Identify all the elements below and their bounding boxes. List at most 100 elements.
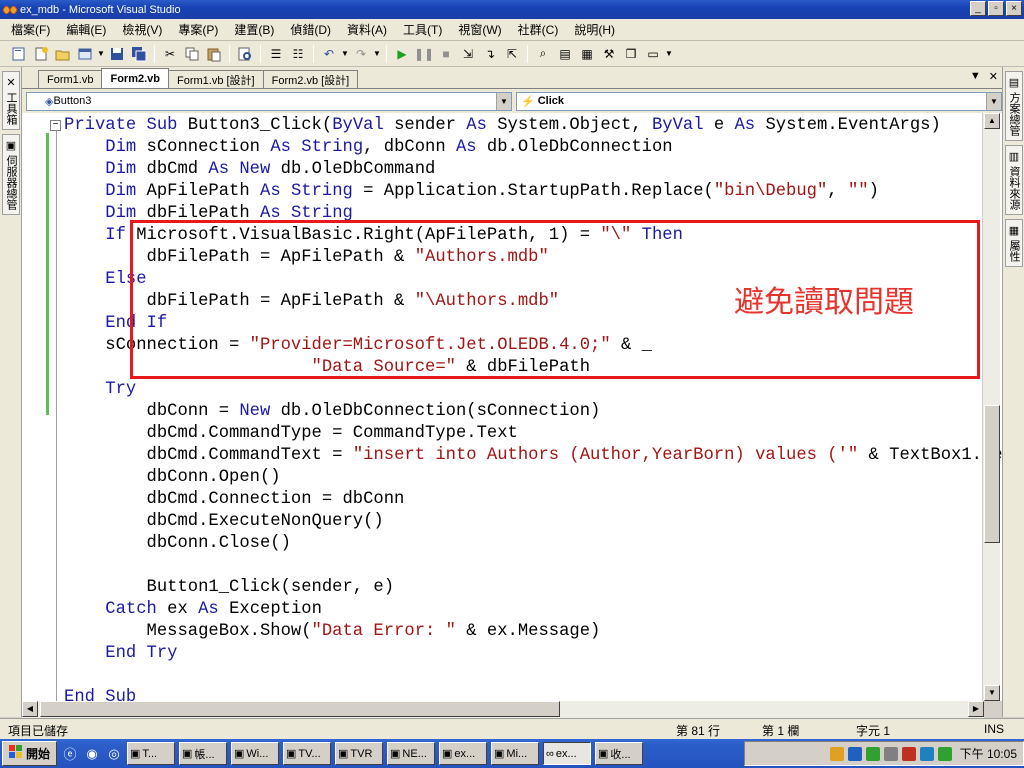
tray-icon[interactable] bbox=[937, 746, 952, 761]
uncomment-icon[interactable]: ☷ bbox=[288, 44, 308, 64]
code-line[interactable]: Private Sub Button3_Click(ByVal sender A… bbox=[64, 115, 1002, 137]
menu-file[interactable]: 檔案(F) bbox=[6, 21, 55, 38]
vertical-scrollbar[interactable]: ▲ ▼ bbox=[982, 113, 1000, 701]
code-line[interactable]: dbCmd.ExecuteNonQuery() bbox=[64, 511, 1002, 533]
code-line[interactable]: dbCmd.Connection = dbConn bbox=[64, 489, 1002, 511]
browser-icon[interactable]: ◎ bbox=[105, 745, 123, 763]
clock[interactable]: 下午 10:05 bbox=[960, 745, 1017, 762]
redo-icon[interactable]: ↷ bbox=[351, 44, 371, 64]
scroll-up-icon[interactable]: ▲ bbox=[984, 113, 1000, 129]
code-line[interactable] bbox=[64, 665, 1002, 687]
code-text[interactable]: Private Sub Button3_Click(ByVal sender A… bbox=[64, 115, 1002, 701]
taskbar-task-8[interactable]: ▣ Mi... bbox=[491, 742, 540, 765]
new-item-icon[interactable] bbox=[31, 44, 51, 64]
class-name-dropdown[interactable]: ◈ Button3 ▼ bbox=[26, 91, 512, 111]
chevron-down-icon[interactable]: ▼ bbox=[496, 92, 511, 110]
scroll-left-icon[interactable]: ◀ bbox=[22, 701, 38, 717]
code-line[interactable]: Button1_Click(sender, e) bbox=[64, 577, 1002, 599]
tray-icon[interactable] bbox=[883, 746, 898, 761]
start-button[interactable]: 開始 bbox=[2, 741, 58, 766]
properties-icon[interactable]: ▦ bbox=[577, 44, 597, 64]
menu-window[interactable]: 視窗(W) bbox=[453, 21, 506, 38]
media-player-icon[interactable]: ◉ bbox=[83, 745, 101, 763]
step-over-icon[interactable]: ↴ bbox=[480, 44, 500, 64]
taskbar-task-10[interactable]: ▣ 收... bbox=[595, 742, 644, 765]
toolbox-icon[interactable]: ⚒ bbox=[599, 44, 619, 64]
taskbar-task-5[interactable]: ▣ TVR bbox=[335, 742, 384, 765]
chevron-down-icon[interactable]: ▼ bbox=[97, 44, 105, 64]
menu-help[interactable]: 說明(H) bbox=[569, 21, 620, 38]
menu-community[interactable]: 社群(C) bbox=[513, 21, 564, 38]
solution-explorer-icon[interactable]: ▤ bbox=[555, 44, 575, 64]
menu-tools[interactable]: 工具(T) bbox=[398, 21, 447, 38]
step-out-icon[interactable]: ⇱ bbox=[502, 44, 522, 64]
code-line[interactable] bbox=[64, 555, 1002, 577]
toolbox-tab[interactable]: ✕ 工具箱 bbox=[2, 71, 20, 130]
tab-form1-code[interactable]: Form1.vb bbox=[38, 70, 103, 88]
code-line[interactable]: Catch ex As Exception bbox=[64, 599, 1002, 621]
server-explorer-tab[interactable]: ▣ 伺服器總管 bbox=[2, 134, 20, 215]
code-line[interactable]: dbConn.Close() bbox=[64, 533, 1002, 555]
solution-explorer-tab[interactable]: ▤ 方案總管 bbox=[1005, 71, 1023, 141]
undo-icon[interactable]: ↶ bbox=[319, 44, 339, 64]
tray-icon[interactable] bbox=[865, 746, 880, 761]
open-file-icon[interactable] bbox=[53, 44, 73, 64]
tray-icon[interactable] bbox=[901, 746, 916, 761]
chevron-down-icon[interactable]: ▼ bbox=[373, 44, 381, 64]
collapse-icon[interactable]: − bbox=[50, 120, 61, 131]
restore-button[interactable]: ▫ bbox=[988, 1, 1004, 16]
menu-debug[interactable]: 偵錯(D) bbox=[285, 21, 336, 38]
menu-build[interactable]: 建置(B) bbox=[229, 21, 279, 38]
code-line[interactable]: End Sub bbox=[64, 687, 1002, 701]
taskbar-task-9[interactable]: ∞ ex... bbox=[543, 742, 592, 765]
menu-edit[interactable]: 編輯(E) bbox=[61, 21, 111, 38]
object-browser-icon[interactable]: ❒ bbox=[621, 44, 641, 64]
code-line[interactable]: dbCmd.CommandType = CommandType.Text bbox=[64, 423, 1002, 445]
scroll-down-icon[interactable]: ▼ bbox=[984, 685, 1000, 701]
step-into-icon[interactable]: ⇲ bbox=[458, 44, 478, 64]
close-icon[interactable]: ✕ bbox=[989, 70, 998, 83]
save-icon[interactable] bbox=[107, 44, 127, 64]
minimize-button[interactable]: _ bbox=[970, 1, 986, 16]
add-project-icon[interactable] bbox=[9, 44, 29, 64]
taskbar-task-6[interactable]: ▣ NE... bbox=[387, 742, 436, 765]
cut-icon[interactable]: ✂ bbox=[160, 44, 180, 64]
comment-icon[interactable]: ☰ bbox=[266, 44, 286, 64]
tray-icon[interactable] bbox=[847, 746, 862, 761]
properties-tab[interactable]: ▦ 屬性 bbox=[1005, 219, 1023, 267]
add-item-icon[interactable] bbox=[75, 44, 95, 64]
chevron-down-icon[interactable]: ▼ bbox=[665, 44, 673, 64]
pause-icon[interactable]: ❚❚ bbox=[414, 44, 434, 64]
horizontal-scrollbar[interactable]: ◀ ▶ bbox=[22, 701, 984, 718]
taskbar-task-2[interactable]: ▣ 帳... bbox=[179, 742, 228, 765]
internet-explorer-icon[interactable]: ⓔ bbox=[61, 745, 79, 763]
taskbar-task-7[interactable]: ▣ ex... bbox=[439, 742, 488, 765]
code-line[interactable]: dbConn = New db.OleDbConnection(sConnect… bbox=[64, 401, 1002, 423]
tab-form2-code[interactable]: Form2.vb bbox=[101, 68, 169, 88]
code-line[interactable]: MessageBox.Show("Data Error: " & ex.Mess… bbox=[64, 621, 1002, 643]
code-line[interactable]: dbCmd.CommandText = "insert into Authors… bbox=[64, 445, 1003, 467]
code-line[interactable]: dbConn.Open() bbox=[64, 467, 1002, 489]
code-line[interactable]: Dim ApFilePath As String = Application.S… bbox=[64, 181, 1002, 203]
copy-icon[interactable] bbox=[182, 44, 202, 64]
menu-project[interactable]: 專案(P) bbox=[173, 21, 223, 38]
tab-form1-design[interactable]: Form1.vb [設計] bbox=[167, 70, 264, 88]
taskbar-task-3[interactable]: ▣ Wi... bbox=[231, 742, 280, 765]
code-line[interactable]: End Try bbox=[64, 643, 1002, 665]
data-sources-tab[interactable]: ▥ 資料來源 bbox=[1005, 145, 1023, 215]
horizontal-scroll-thumb[interactable] bbox=[40, 701, 560, 717]
tray-icon[interactable] bbox=[919, 746, 934, 761]
stop-icon[interactable]: ■ bbox=[436, 44, 456, 64]
start-debug-icon[interactable]: ▶ bbox=[392, 44, 412, 64]
window-icon[interactable]: ▭ bbox=[643, 44, 663, 64]
chevron-down-icon[interactable]: ▼ bbox=[341, 44, 349, 64]
chevron-down-icon[interactable]: ▼ bbox=[986, 92, 1001, 110]
code-line[interactable]: Dim sConnection As String, dbConn As db.… bbox=[64, 137, 1002, 159]
tray-icon[interactable] bbox=[829, 746, 844, 761]
taskbar-task-1[interactable]: ▣ T... bbox=[127, 742, 176, 765]
scroll-right-icon[interactable]: ▶ bbox=[968, 701, 984, 717]
save-all-icon[interactable] bbox=[129, 44, 149, 64]
taskbar-task-4[interactable]: ▣ TV... bbox=[283, 742, 332, 765]
vertical-scroll-thumb[interactable] bbox=[984, 405, 1000, 543]
find-in-files-icon[interactable]: ⌕ bbox=[533, 44, 553, 64]
